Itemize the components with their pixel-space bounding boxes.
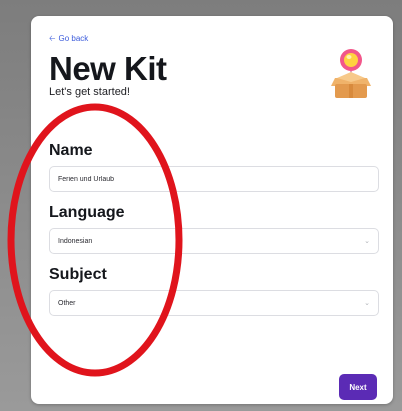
- name-input[interactable]: [58, 175, 370, 183]
- subject-select[interactable]: Other ⌄: [49, 290, 379, 316]
- subject-label: Subject: [49, 266, 107, 283]
- gift-box-balloon-icon: [331, 49, 371, 98]
- arrow-left-icon: 🡠: [49, 33, 56, 43]
- next-button[interactable]: Next: [339, 374, 377, 400]
- language-select[interactable]: Indonesian ⌄: [49, 228, 379, 254]
- chevron-down-icon: ⌄: [364, 300, 370, 307]
- subject-value: Other: [58, 299, 76, 307]
- page-title: New Kit: [49, 50, 167, 87]
- page-subtitle: Let's get started!: [49, 86, 130, 98]
- name-field[interactable]: [49, 166, 379, 192]
- go-back-link[interactable]: 🡠 Go back: [49, 34, 88, 43]
- language-value: Indonesian: [58, 237, 93, 245]
- go-back-label: Go back: [58, 34, 89, 43]
- name-label: Name: [49, 142, 93, 159]
- chevron-down-icon: ⌄: [364, 238, 370, 245]
- language-label: Language: [49, 204, 125, 221]
- new-kit-dialog: 🡠 Go back New Kit Let's get started! Nam…: [31, 16, 393, 404]
